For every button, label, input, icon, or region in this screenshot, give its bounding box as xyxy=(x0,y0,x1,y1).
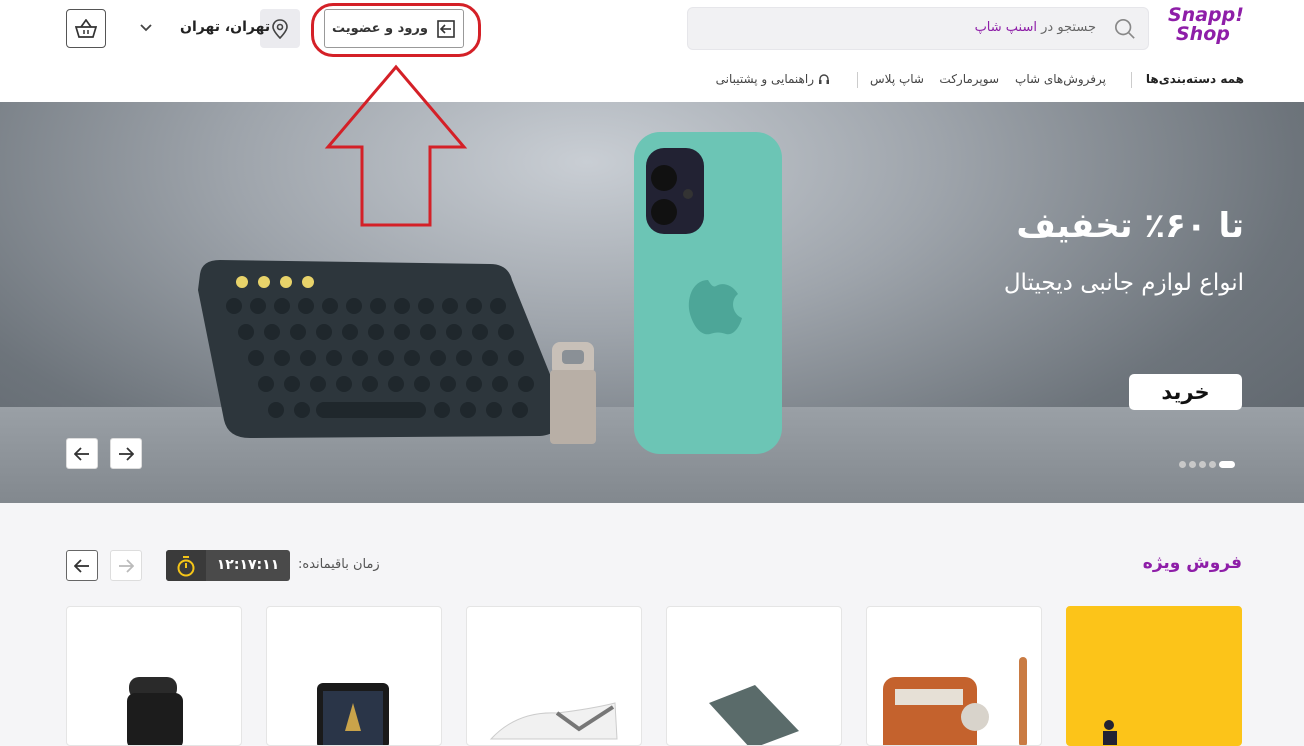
timer-value: ۱۲:۱۷:۱۱ xyxy=(216,557,280,573)
nav-item-shop-plus[interactable]: شاپ پلاس xyxy=(870,72,924,86)
hero-banner[interactable]: تا ۶۰٪ تخفیف انواع لوازم جانبی دیجیتال خ… xyxy=(0,102,1304,503)
banner-pagination xyxy=(1179,461,1235,468)
phone-case-image xyxy=(634,132,782,454)
arrow-left-icon xyxy=(74,558,89,573)
banner-buy-button[interactable]: خرید xyxy=(1129,374,1242,410)
banner-prev-button[interactable] xyxy=(66,438,98,469)
arrow-left-icon xyxy=(74,446,89,461)
annotation-arrow xyxy=(324,64,468,227)
search-icon xyxy=(1115,19,1135,39)
product-image xyxy=(127,677,183,745)
promo-graphic xyxy=(1103,720,1117,745)
pagination-dot[interactable] xyxy=(1189,461,1196,468)
stopwatch-icon-wrap xyxy=(166,550,206,581)
search-input[interactable]: جستجو در اسنپ شاپ xyxy=(687,7,1149,50)
search-placeholder: جستجو در اسنپ شاپ xyxy=(975,20,1096,35)
product-image xyxy=(489,702,618,740)
product-card[interactable] xyxy=(66,606,242,746)
product-card[interactable] xyxy=(666,606,842,746)
location-label[interactable]: تهران، تهران xyxy=(180,19,270,35)
pagination-dot[interactable] xyxy=(1209,461,1216,468)
banner-subline: انواع لوازم جانبی دیجیتال xyxy=(1003,270,1244,296)
product-image xyxy=(709,685,799,745)
pagination-dot[interactable] xyxy=(1199,461,1206,468)
sale-prev-button[interactable] xyxy=(66,550,98,581)
product-card[interactable] xyxy=(266,606,442,746)
nav-item-support[interactable]: راهنمایی و پشتیبانی xyxy=(716,72,830,86)
arrow-right-icon xyxy=(119,446,134,461)
nav-all-categories[interactable]: همه دسته‌بندی‌ها xyxy=(1146,72,1244,86)
stopwatch-icon xyxy=(177,555,195,576)
pagination-dot-active[interactable] xyxy=(1219,461,1235,468)
logo-line-2: Shop xyxy=(1176,23,1230,45)
nav-item-bestsellers[interactable]: پرفروش‌های شاپ xyxy=(1015,72,1106,86)
location-icon xyxy=(272,18,288,39)
special-sale-promo-card[interactable] xyxy=(1066,606,1242,746)
cart-button[interactable] xyxy=(66,9,106,48)
sale-next-button[interactable] xyxy=(110,550,142,581)
support-icon xyxy=(819,74,829,84)
search-placeholder-brand: اسنپ شاپ xyxy=(974,20,1037,35)
product-image xyxy=(883,657,1027,745)
banner-headline: تا ۶۰٪ تخفیف xyxy=(1016,206,1244,246)
countdown-timer: ۱۲:۱۷:۱۱ xyxy=(166,550,290,581)
product-card[interactable] xyxy=(466,606,642,746)
nav-divider xyxy=(1131,72,1132,88)
cart-icon xyxy=(75,18,97,38)
search-placeholder-prefix: جستجو در xyxy=(1041,20,1096,35)
chevron-down-icon[interactable] xyxy=(138,20,154,36)
keyboard-image xyxy=(198,260,563,438)
banner-next-button[interactable] xyxy=(110,438,142,469)
product-card[interactable] xyxy=(866,606,1042,746)
usb-drive-image xyxy=(550,342,596,444)
arrow-right-icon xyxy=(119,558,134,573)
nav-item-supermarket[interactable]: سوپرمارکت xyxy=(939,72,999,86)
nav-item-support-label: راهنمایی و پشتیبانی xyxy=(715,72,814,86)
product-image xyxy=(317,683,389,745)
pagination-dot[interactable] xyxy=(1179,461,1186,468)
category-nav: همه دسته‌بندی‌ها پرفروش‌های شاپ سوپرمارک… xyxy=(700,70,1244,92)
timer-label: زمان باقیمانده: xyxy=(298,557,380,572)
header: Snapp! Shop جستجو در اسنپ شاپ ورود و عضو… xyxy=(0,0,1304,102)
logo[interactable]: Snapp! Shop xyxy=(1168,6,1244,50)
nav-divider xyxy=(857,72,858,88)
annotation-highlight xyxy=(311,3,481,57)
special-sale-title: فروش ویژه xyxy=(1142,553,1242,573)
